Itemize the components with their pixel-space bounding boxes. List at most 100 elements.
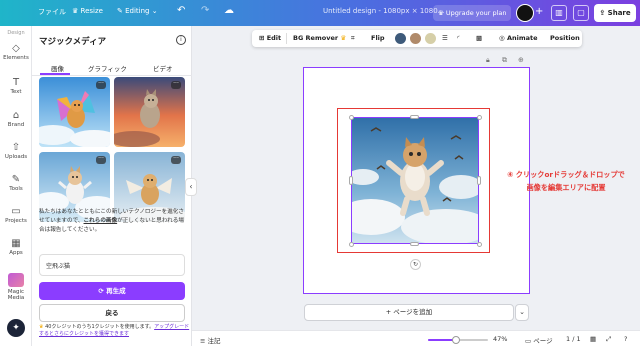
cloud-sync-icon[interactable]: ☁ bbox=[224, 5, 234, 16]
rail-label: Apps bbox=[9, 250, 23, 256]
rail-item-apps[interactable]: ▦ Apps bbox=[0, 238, 32, 256]
rotate-icon[interactable]: ↻ bbox=[410, 259, 421, 270]
corner-rounding-icon[interactable]: ◜ bbox=[457, 34, 460, 42]
bg-remover-button[interactable]: BG Remover ♛ bbox=[293, 34, 346, 42]
resize-handle[interactable] bbox=[349, 115, 354, 120]
notes-label: 注記 bbox=[207, 337, 221, 345]
brand-icon: ⌂ bbox=[12, 110, 20, 121]
text-icon: T bbox=[12, 77, 20, 88]
resize-handle[interactable] bbox=[410, 242, 419, 246]
resize-handle[interactable] bbox=[477, 176, 481, 185]
undo-icon[interactable]: ↶ bbox=[177, 5, 185, 16]
rail-item-magic-media[interactable]: Magic Media bbox=[0, 273, 32, 301]
document-title[interactable]: Untitled design - 1080px × 1080... bbox=[323, 7, 444, 15]
resize-handle[interactable] bbox=[349, 242, 354, 247]
add-collaborator-icon[interactable]: + bbox=[535, 6, 543, 17]
page-counter: 1 / 1 bbox=[566, 335, 581, 343]
zoom-level[interactable]: 47% bbox=[493, 335, 507, 343]
rail-item-projects[interactable]: ▭ Projects bbox=[0, 206, 32, 224]
upgrade-plan-button[interactable]: ♛ Upgrade your plan bbox=[433, 5, 511, 21]
border-style-icon[interactable]: ☰ bbox=[442, 34, 448, 42]
tab-divider bbox=[32, 75, 192, 76]
add-page-icon[interactable]: ⊕ bbox=[518, 56, 524, 64]
zoom-slider[interactable] bbox=[428, 336, 488, 344]
analytics-icon[interactable]: ▥ bbox=[551, 5, 567, 21]
position-button[interactable]: Position bbox=[550, 34, 580, 42]
ai-notice: 私たちはあなたとともにこの新しいテクノロジーを進化させていますので、これらの画像… bbox=[39, 208, 189, 235]
grid-view-icon[interactable]: ▦ bbox=[590, 335, 596, 343]
rail-item-tools[interactable]: ✎ Tools bbox=[0, 174, 32, 192]
chevron-down-icon: ⌄ bbox=[151, 7, 158, 15]
magic-assistant-icon[interactable]: ✦ bbox=[7, 319, 25, 337]
tab-video[interactable]: ビデオ bbox=[153, 63, 173, 73]
color-swatch[interactable] bbox=[410, 33, 421, 44]
animate-button[interactable]: ◎ Animate bbox=[499, 34, 538, 42]
chevron-down-icon[interactable]: ⌄ bbox=[515, 304, 529, 321]
duplicate-page-icon[interactable]: ⧉ bbox=[502, 56, 507, 65]
comment-icon[interactable]: ▢ bbox=[573, 5, 589, 21]
collapse-panel-button[interactable]: ‹ bbox=[185, 178, 197, 196]
notes-button[interactable]: ≡ 注記 bbox=[200, 335, 221, 345]
refresh-icon: ⟳ bbox=[98, 287, 104, 295]
color-swatch[interactable] bbox=[425, 33, 436, 44]
tab-graphics[interactable]: グラフィック bbox=[88, 63, 127, 73]
edit-button[interactable]: ⊞ Edit bbox=[259, 34, 281, 42]
generated-image-thumbnail[interactable]: ··· bbox=[114, 77, 185, 147]
elements-icon: ◇ bbox=[12, 43, 20, 54]
resize-label: Resize bbox=[80, 7, 103, 15]
crown-icon: ♛ bbox=[340, 34, 347, 42]
magic-media-panel: マジックメディア i 画像 グラフィック ビデオ ··· ··· ··· ···… bbox=[32, 26, 192, 346]
redo-icon[interactable]: ↷ bbox=[201, 5, 209, 16]
generated-image-thumbnail[interactable]: ··· bbox=[39, 77, 110, 147]
pages-icon: ▭ bbox=[525, 337, 532, 345]
rail-label: Tools bbox=[9, 186, 23, 192]
help-icon[interactable]: ? bbox=[624, 335, 627, 343]
pages-button[interactable]: ▭ ページ bbox=[525, 335, 553, 345]
crown-icon: ♛ bbox=[72, 7, 79, 15]
report-images-link[interactable]: これらの画像 bbox=[84, 218, 118, 224]
info-icon[interactable]: i bbox=[176, 35, 186, 45]
flip-button[interactable]: Flip bbox=[371, 34, 385, 42]
instruction-annotation: ④ クリックorドラッグ＆ドロップで 画像を編集エリアに配置 bbox=[496, 168, 636, 194]
apps-icon: ▦ bbox=[11, 238, 21, 249]
upgrade-label: Upgrade your plan bbox=[445, 9, 507, 17]
rail-item-brand[interactable]: ⌂ Brand bbox=[0, 110, 32, 128]
resize-handle[interactable] bbox=[410, 115, 419, 119]
rail-label: Projects bbox=[5, 218, 27, 224]
share-icon: ⇪ bbox=[599, 9, 606, 17]
tab-images[interactable]: 画像 bbox=[51, 63, 64, 73]
share-label: Share bbox=[607, 9, 631, 17]
resize-handle[interactable] bbox=[349, 176, 353, 185]
crop-icon[interactable]: ⌗ bbox=[351, 34, 355, 43]
fullscreen-icon[interactable]: ⤢ bbox=[606, 335, 611, 344]
resize-button[interactable]: ♛ Resize bbox=[72, 7, 103, 15]
tools-icon: ✎ bbox=[11, 174, 21, 185]
resize-handle[interactable] bbox=[477, 242, 482, 247]
file-menu[interactable]: ファイル bbox=[38, 7, 66, 17]
editing-label: Editing bbox=[125, 7, 150, 15]
rail-item-text[interactable]: T Text bbox=[0, 77, 32, 95]
pages-label: ページ bbox=[533, 337, 553, 345]
avatar[interactable] bbox=[516, 4, 534, 22]
zoom-slider-handle[interactable] bbox=[452, 336, 461, 344]
back-button[interactable]: 戻る bbox=[39, 304, 185, 322]
rail-item-elements[interactable]: ◇ Elements bbox=[0, 43, 32, 61]
color-swatch[interactable] bbox=[395, 33, 406, 44]
editing-dropdown[interactable]: ✎ Editing ⌄ bbox=[117, 7, 158, 15]
regenerate-button[interactable]: ⟳ 再生成 bbox=[39, 282, 185, 300]
rail-label: Text bbox=[10, 89, 22, 95]
transparency-icon[interactable]: ▩ bbox=[476, 34, 482, 42]
panel-title: マジックメディア bbox=[39, 37, 107, 47]
prompt-input[interactable]: 空飛ぶ猫 bbox=[39, 254, 185, 276]
lock-icon[interactable]: 🔒︎ bbox=[486, 56, 490, 65]
rail-label: Magic Media bbox=[7, 289, 25, 301]
more-options-icon[interactable]: ··· bbox=[96, 156, 106, 164]
more-options-icon[interactable]: ··· bbox=[171, 156, 181, 164]
rail-label: Elements bbox=[3, 55, 29, 61]
rail-item-uploads[interactable]: ⇧ Uploads bbox=[0, 142, 32, 160]
share-button[interactable]: ⇪ Share bbox=[594, 4, 636, 22]
more-options-icon[interactable]: ··· bbox=[96, 81, 106, 89]
more-options-icon[interactable]: ··· bbox=[171, 81, 181, 89]
add-page-button[interactable]: + ページを追加 bbox=[304, 304, 514, 321]
resize-handle[interactable] bbox=[477, 115, 482, 120]
